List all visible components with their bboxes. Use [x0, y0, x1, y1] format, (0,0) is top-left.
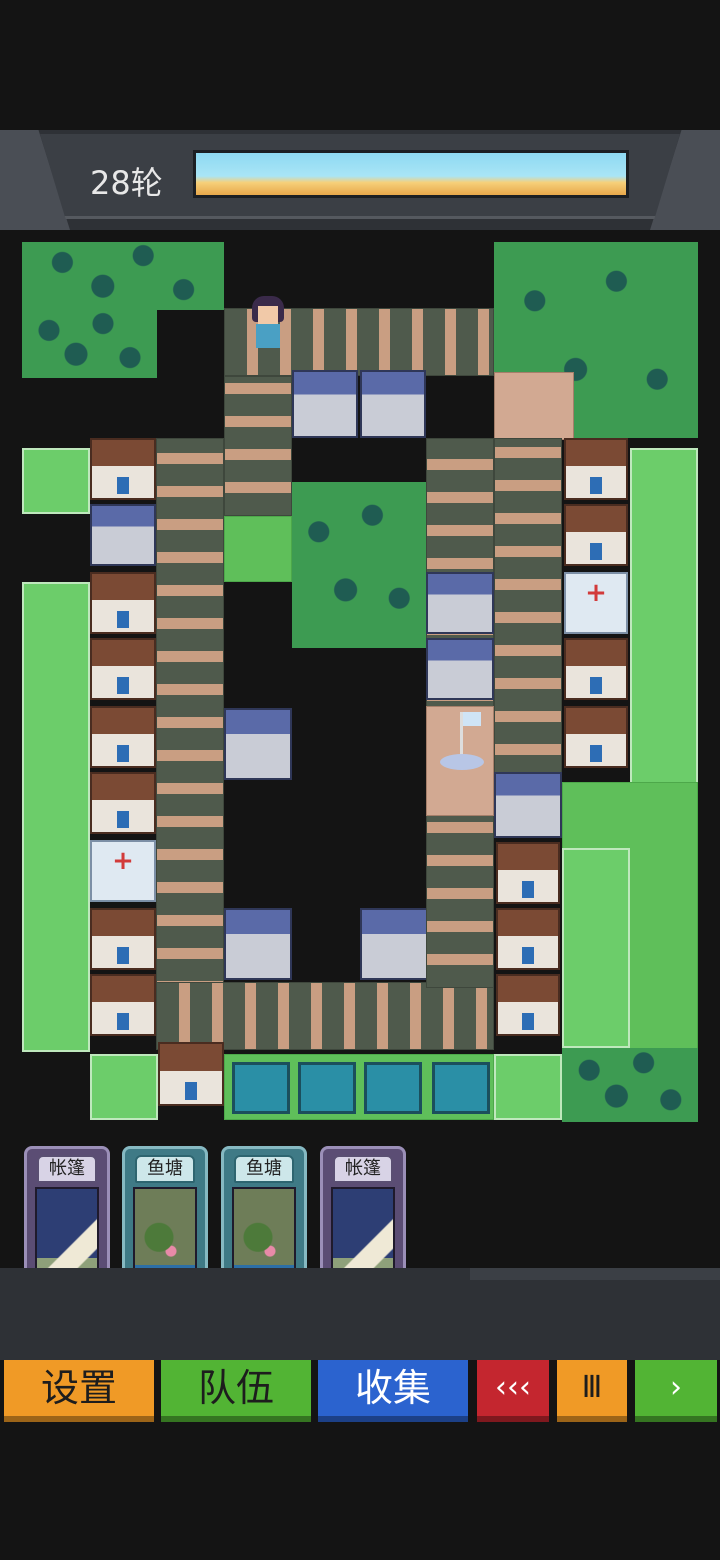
forest-tile [292, 482, 426, 648]
round-counter: 28轮 [90, 164, 163, 202]
card-title: 帐篷 [333, 1155, 393, 1183]
top-hud: 28轮 [0, 130, 720, 230]
forest-tile [22, 242, 224, 310]
shop-building [224, 908, 292, 980]
house-building [90, 572, 156, 634]
road-tile [156, 982, 494, 1050]
house-building [564, 706, 628, 768]
panel-ridge [470, 1268, 720, 1280]
forest-tile [562, 1048, 698, 1122]
house-building [564, 504, 628, 566]
house-building [564, 638, 628, 700]
house-building [496, 908, 560, 970]
day-progress-bar [193, 150, 629, 198]
camp-plaza [494, 372, 574, 440]
house-building [90, 706, 156, 768]
shop-building [292, 370, 358, 438]
house-building [90, 772, 156, 834]
field-tile [630, 448, 698, 788]
pond-tile [364, 1062, 422, 1114]
settings-button[interactable]: 设置 [4, 1360, 154, 1422]
field-tile [90, 1054, 158, 1120]
camp-tile [224, 516, 292, 582]
shop-building [90, 504, 156, 566]
hero-body [256, 324, 280, 348]
pause-button[interactable]: Ⅲ [557, 1360, 627, 1422]
field-tile [22, 448, 90, 514]
play-button[interactable]: › [635, 1360, 717, 1422]
hero-face [258, 306, 278, 324]
house-building [564, 438, 628, 500]
pond-tile [232, 1062, 290, 1114]
field-tile [22, 582, 90, 1052]
house-building [90, 908, 156, 970]
house-building [158, 1042, 224, 1106]
card-title: 鱼塘 [234, 1155, 294, 1183]
shop-building [360, 908, 428, 980]
house-building [496, 974, 560, 1036]
shop-building [426, 638, 494, 700]
hospital-building [90, 840, 156, 902]
card-title: 帐篷 [37, 1155, 97, 1183]
pond-tile [432, 1062, 490, 1114]
card-title: 鱼塘 [135, 1155, 195, 1183]
game-map[interactable] [22, 242, 698, 1122]
collect-button[interactable]: 收集 [318, 1360, 468, 1422]
field-tile [562, 848, 630, 1048]
house-building [90, 438, 156, 500]
fountain-base [440, 754, 484, 770]
road-tile [156, 438, 224, 1048]
pond-tile [298, 1062, 356, 1114]
field-tile [494, 1054, 562, 1120]
hero-character[interactable] [246, 296, 290, 356]
team-button[interactable]: 队伍 [161, 1360, 311, 1422]
rewind-button[interactable]: ‹‹‹ [477, 1360, 549, 1422]
house-building [90, 974, 156, 1036]
shop-building [426, 572, 494, 634]
house-building [90, 638, 156, 700]
shop-building [224, 708, 292, 780]
road-tile [224, 376, 292, 516]
shop-building [494, 772, 562, 838]
bottom-panel [0, 1268, 720, 1360]
shop-building [360, 370, 426, 438]
fountain-landmark [440, 712, 484, 772]
house-building [496, 842, 560, 904]
flag-icon [463, 712, 481, 726]
hospital-building [564, 572, 628, 634]
road-tile [494, 438, 562, 778]
forest-tile [22, 310, 157, 378]
